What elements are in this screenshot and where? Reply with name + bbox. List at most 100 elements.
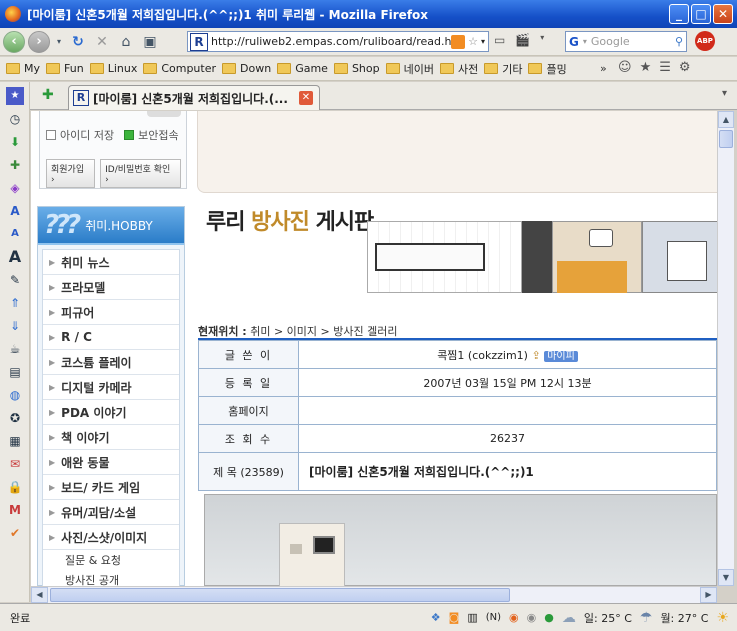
- calendar-icon[interactable]: ▦: [6, 432, 24, 450]
- star-icon[interactable]: ★: [640, 60, 652, 75]
- hobby-menu-item[interactable]: ▶ 보드/ 카드 게임: [43, 475, 179, 500]
- tab-status-icon[interactable]: ▥: [467, 611, 477, 624]
- find-id-button[interactable]: ID/비밀번호 확인 ›: [100, 159, 181, 188]
- scroll-up-icon[interactable]: ▲: [718, 111, 734, 128]
- lock-icon[interactable]: 🔒: [6, 478, 24, 496]
- sidebar-icon[interactable]: ▭: [494, 33, 505, 51]
- url-dropdown-icon[interactable]: ▾: [481, 37, 485, 46]
- hobby-menu-item[interactable]: ▶ 애완 동물: [43, 450, 179, 475]
- close-window-button[interactable]: ✕: [713, 4, 733, 24]
- bookmark-item[interactable]: Linux: [89, 62, 137, 75]
- hobby-menu-item[interactable]: ▶ 디지털 카메라: [43, 375, 179, 400]
- minimize-button[interactable]: _: [669, 4, 689, 24]
- save-id-checkbox[interactable]: [46, 130, 56, 140]
- hobby-menu-item[interactable]: ▶ PDA 이야기: [43, 400, 179, 425]
- maximize-button[interactable]: □: [691, 4, 711, 24]
- compass-icon[interactable]: ✪: [6, 409, 24, 427]
- chevron-down-icon[interactable]: ⇓: [6, 317, 24, 335]
- coffee-icon[interactable]: ☕: [6, 340, 24, 358]
- back-button[interactable]: ‹: [3, 30, 25, 53]
- horizontal-scroll-thumb[interactable]: [50, 588, 510, 602]
- scroll-right-icon[interactable]: ▶: [700, 587, 717, 603]
- badge-icon[interactable]: ✉: [6, 455, 24, 473]
- bookmark-star-icon[interactable]: ☆: [468, 35, 478, 48]
- puzzle-icon[interactable]: ✚: [6, 156, 24, 174]
- url-text[interactable]: http://ruliweb2.empas.com/ruliboard/read…: [211, 35, 451, 48]
- n-indicator[interactable]: (N): [486, 612, 501, 623]
- check-icon[interactable]: ✔: [6, 524, 24, 542]
- mypi-badge[interactable]: 마이피: [544, 350, 578, 362]
- bookmark-item[interactable]: Computer: [143, 62, 216, 75]
- download-icon[interactable]: ⬇: [6, 133, 24, 151]
- list-icon[interactable]: ☰: [659, 60, 671, 75]
- bookmark-item[interactable]: 플밍: [528, 61, 567, 77]
- hobby-menu-item[interactable]: ▶ 유머/괴담/소설: [43, 500, 179, 525]
- secure-checkbox[interactable]: [124, 130, 135, 140]
- clock-icon[interactable]: ◷: [6, 110, 24, 128]
- url-bar[interactable]: R http://ruliweb2.empas.com/ruliboard/re…: [187, 31, 489, 52]
- homepage-value[interactable]: [298, 396, 717, 425]
- gear-icon[interactable]: ⚙: [679, 60, 691, 75]
- network-icon[interactable]: ❖: [431, 611, 441, 624]
- search-engine-dropdown-icon[interactable]: ▾: [583, 37, 587, 46]
- forward-button[interactable]: ›: [28, 30, 50, 53]
- search-input[interactable]: Google: [591, 35, 675, 48]
- code-icon[interactable]: ◈: [6, 179, 24, 197]
- home-icon[interactable]: ⌂: [116, 32, 136, 52]
- page-icon[interactable]: ▣: [140, 32, 160, 52]
- hobby-menu-item[interactable]: ▶ 사진/스샷/이미지: [43, 525, 179, 550]
- rss-icon[interactable]: [451, 34, 466, 49]
- reload-icon[interactable]: ↻: [68, 32, 88, 52]
- author-name[interactable]: 콕찜1 (cokzzim1): [437, 349, 528, 362]
- world-icon[interactable]: ◍: [6, 386, 24, 404]
- close-tab-icon[interactable]: ✕: [299, 91, 313, 105]
- scroll-down-icon[interactable]: ▼: [718, 569, 734, 586]
- font-icon-2[interactable]: A: [6, 225, 24, 243]
- breadcrumb-path[interactable]: 취미 > 이미지 > 방사진 겔러리: [250, 325, 397, 338]
- bookmark-item[interactable]: Shop: [333, 62, 380, 75]
- google-icon[interactable]: G: [569, 35, 579, 49]
- gray-status-icon[interactable]: ◉: [527, 611, 537, 624]
- pen-icon[interactable]: ✎: [6, 271, 24, 289]
- firefox-status-icon[interactable]: ◉: [509, 611, 519, 624]
- hobby-menu-item[interactable]: ▶ 코스튬 플레이: [43, 350, 179, 375]
- bookmark-item[interactable]: Fun: [46, 62, 84, 75]
- hobby-menu-item[interactable]: ▶ 취미 뉴스: [43, 250, 179, 275]
- bookmark-item[interactable]: 기타: [484, 61, 522, 77]
- hobby-menu-item[interactable]: ▶ 책 이야기: [43, 425, 179, 450]
- vertical-scrollbar[interactable]: ▲ ▼: [717, 111, 734, 586]
- clapper-icon[interactable]: 🎬: [515, 33, 530, 51]
- join-button[interactable]: 회원가입 ›: [46, 159, 96, 188]
- bookmark-item[interactable]: Down: [222, 62, 271, 75]
- bookmarks-overflow-icon[interactable]: »: [600, 62, 607, 75]
- dropdown-history-icon[interactable]: ▾: [54, 32, 64, 52]
- chevron-up-icon[interactable]: ⇑: [6, 294, 24, 312]
- login-button-edge[interactable]: [147, 111, 181, 117]
- search-icon[interactable]: ⚲: [675, 35, 683, 48]
- rss-status-icon[interactable]: ◙: [449, 611, 460, 624]
- hobby-menu-item[interactable]: ▶ 피규어: [43, 300, 179, 325]
- hobby-menu-item[interactable]: ▶ R / C: [43, 325, 179, 350]
- font-icon-1[interactable]: A: [6, 202, 24, 220]
- bookmark-item[interactable]: 네이버: [385, 61, 434, 77]
- search-box[interactable]: G ▾ Google ⚲: [565, 31, 687, 52]
- monitor-icon[interactable]: ▤: [6, 363, 24, 381]
- hobby-menu-item[interactable]: ▶ 프라모델: [43, 275, 179, 300]
- hobby-subitem[interactable]: 질문 & 요청: [43, 550, 179, 570]
- vertical-scroll-thumb[interactable]: [719, 130, 733, 148]
- bookmark-item[interactable]: 사전: [439, 61, 478, 77]
- bookmark-item[interactable]: My: [6, 62, 40, 75]
- hobby-subitem[interactable]: 방사진 공개: [43, 570, 179, 586]
- gmail-icon[interactable]: M: [6, 501, 24, 519]
- more-icon[interactable]: ▾: [540, 33, 544, 51]
- new-tab-icon[interactable]: ✚: [42, 87, 54, 103]
- stop-icon[interactable]: ✕: [92, 32, 112, 52]
- green-status-icon[interactable]: ●: [544, 611, 554, 624]
- tab-list-icon[interactable]: ▾: [722, 88, 727, 99]
- smiley-icon[interactable]: ☺: [618, 60, 632, 75]
- scroll-left-icon[interactable]: ◀: [31, 587, 48, 603]
- bookmark-item[interactable]: Game: [277, 62, 328, 75]
- adblock-icon[interactable]: ABP: [695, 31, 715, 51]
- bookmark-side-icon[interactable]: ★: [6, 87, 24, 105]
- horizontal-scrollbar[interactable]: ◀ ▶: [31, 586, 717, 603]
